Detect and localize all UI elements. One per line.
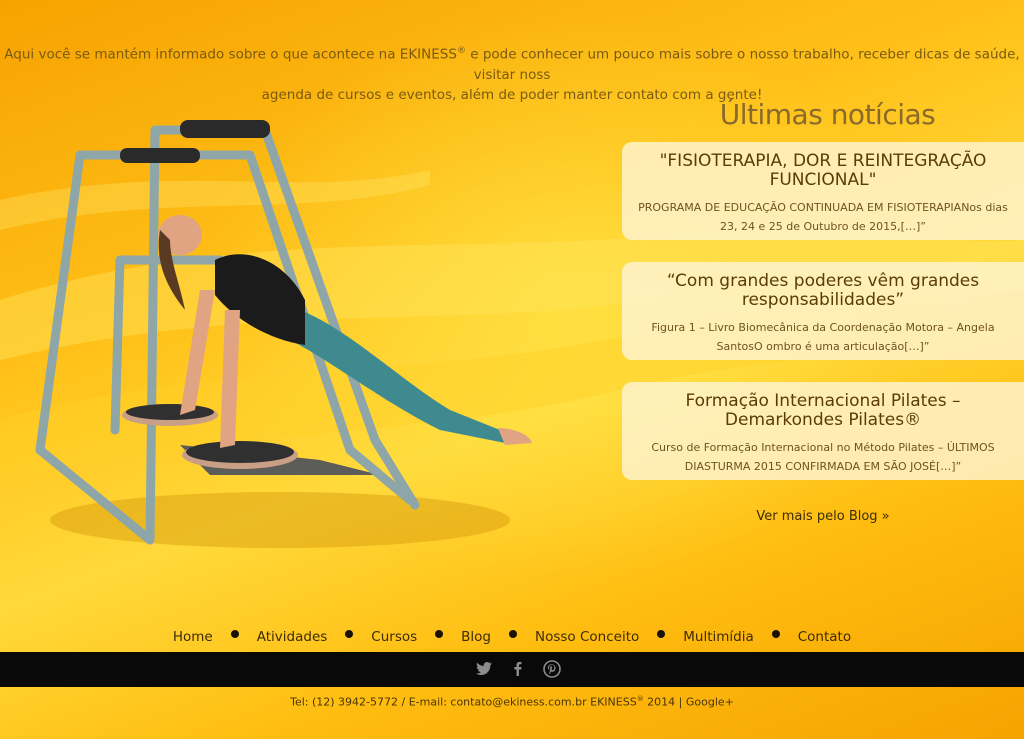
- intro-text: Aqui você se mantém informado sobre o qu…: [0, 41, 1024, 105]
- intro-registered-mark: ®: [456, 46, 466, 56]
- nav-separator-dot: [509, 630, 517, 638]
- news-card-title[interactable]: Formação Internacional Pilates – Demarko…: [638, 392, 1008, 430]
- footer-contact-text: Tel: (12) 3942-5772 / E-mail: contato@ek…: [290, 695, 637, 709]
- nav-separator-dot: [771, 630, 780, 638]
- footer-copyright: 2014 | Google+: [643, 695, 734, 709]
- news-card-excerpt: Curso de Formação Internacional no Métod…: [651, 441, 995, 473]
- news-card-excerpt: Figura 1 – Livro Biomecânica da Coordena…: [651, 321, 995, 353]
- footer-nav: Home Atividades Cursos Blog Nosso Conceito Mu…: [0, 629, 1024, 645]
- intro-line1-end: e pode conhecer um pouco mais sobre o no…: [465, 46, 1020, 83]
- nav-blog[interactable]: Blog: [461, 629, 491, 645]
- nav-multimidia[interactable]: Multimídia: [683, 629, 754, 645]
- social-bar: [0, 652, 1024, 687]
- nav-separator-dot: [657, 630, 666, 638]
- nav-separator-dot: [435, 630, 444, 638]
- footer-registered-mark: ®: [636, 695, 644, 703]
- pinterest-icon[interactable]: [542, 659, 562, 679]
- news-card-title[interactable]: “Com grandes poderes vêm grandes respons…: [638, 272, 1008, 310]
- more-blog-link[interactable]: Ver mais pelo Blog »: [622, 509, 1024, 524]
- nav-atividades[interactable]: Atividades: [257, 629, 328, 645]
- intro-line1-start: Aqui você se mantém informado sobre o qu…: [4, 46, 457, 63]
- nav-separator-dot: [230, 630, 239, 638]
- news-card-excerpt: PROGRAMA DE EDUCAÇÃO CONTINUADA EM FISIO…: [638, 201, 1008, 233]
- nav-cursos[interactable]: Cursos: [371, 629, 417, 645]
- news-card-title[interactable]: "FISIOTERAPIA, DOR E REINTEGRAÇÃO FUNCIO…: [638, 152, 1008, 190]
- news-section-title: Últimas notícias: [719, 98, 936, 131]
- nav-separator-dot: [345, 630, 354, 638]
- news-card[interactable]: "FISIOTERAPIA, DOR E REINTEGRAÇÃO FUNCIO…: [622, 142, 1024, 240]
- footer-contact: Tel: (12) 3942-5772 / E-mail: contato@ek…: [0, 695, 1024, 709]
- nav-contato[interactable]: Contato: [798, 629, 851, 645]
- nav-home[interactable]: Home: [173, 629, 213, 645]
- twitter-icon[interactable]: [474, 659, 494, 679]
- news-card[interactable]: Formação Internacional Pilates – Demarko…: [622, 382, 1024, 480]
- news-card[interactable]: “Com grandes poderes vêm grandes respons…: [622, 262, 1024, 360]
- pilates-equipment-illustration: [35, 120, 532, 548]
- nav-nosso-conceito[interactable]: Nosso Conceito: [535, 629, 639, 645]
- facebook-icon[interactable]: [508, 659, 528, 679]
